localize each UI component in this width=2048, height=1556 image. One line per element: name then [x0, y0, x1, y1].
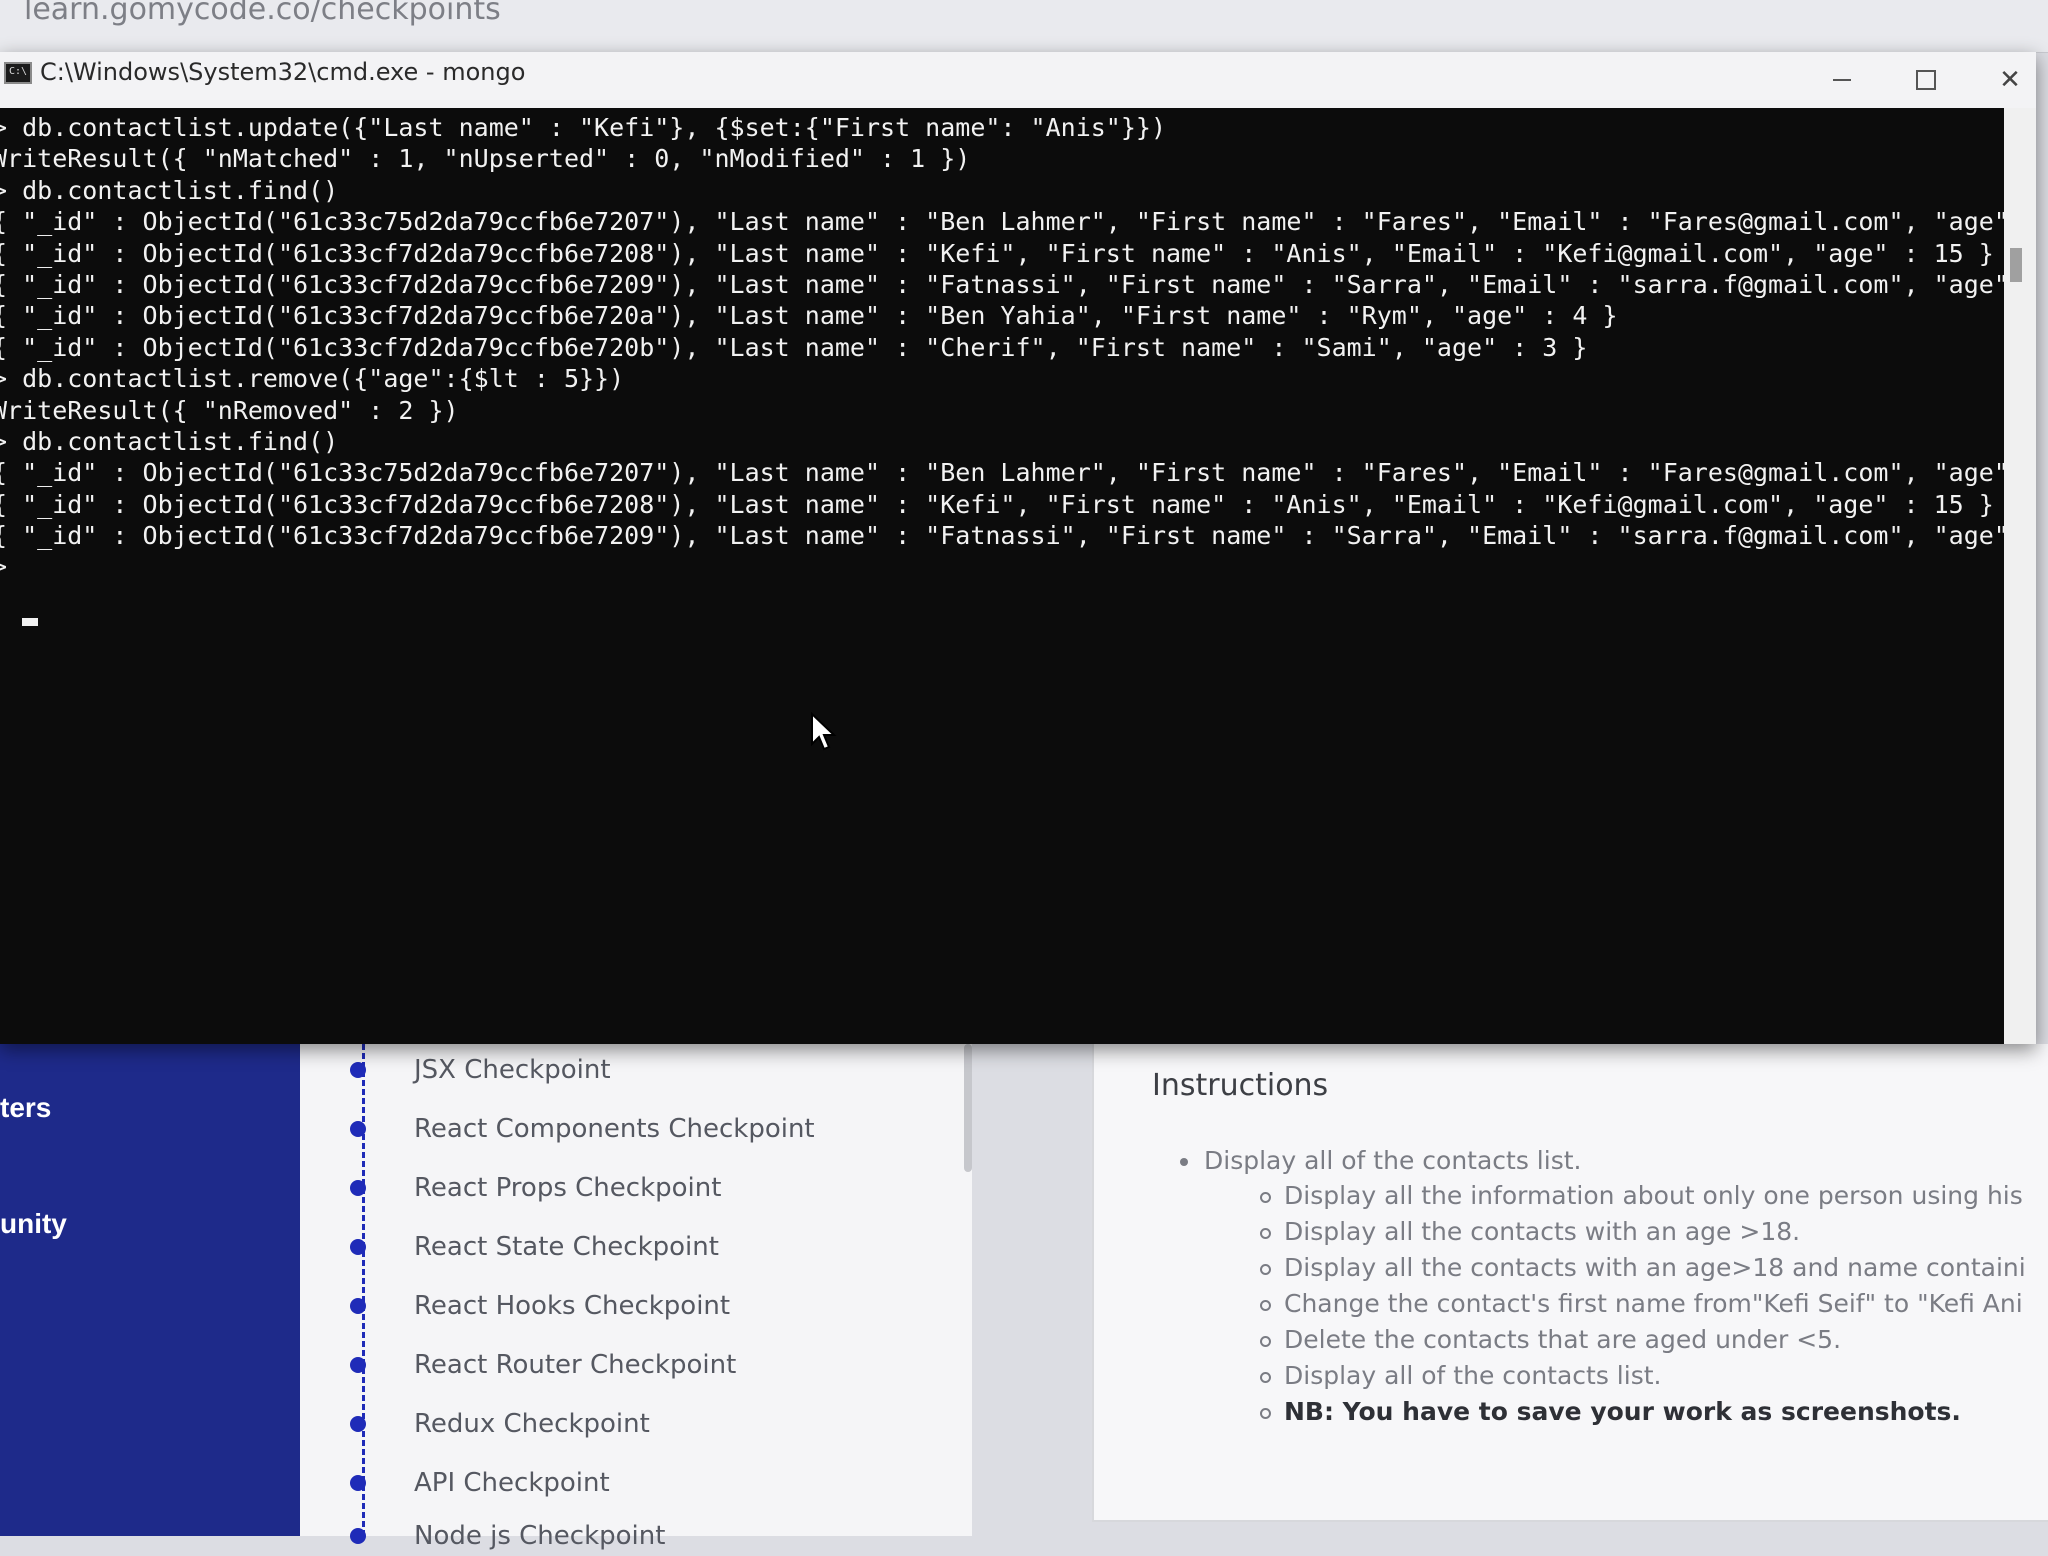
terminal-line: WriteResult({ "nRemoved" : 2 })	[0, 395, 459, 425]
terminal-line: { "_id" : ObjectId("61c33cf7d2da79ccfb6e…	[0, 269, 2004, 299]
checkpoint-label: Redux Checkpoint	[414, 1409, 650, 1439]
instructions-panel: Instructions Display all of the contacts…	[1092, 1044, 2048, 1522]
checkpoint-item-redux[interactable]: Redux Checkpoint	[350, 1404, 650, 1444]
terminal-line: { "_id" : ObjectId("61c33c75d2da79ccfb6e…	[0, 458, 2004, 488]
checkpoint-item-react-props[interactable]: React Props Checkpoint	[350, 1168, 721, 1208]
checkpoint-label: React Props Checkpoint	[414, 1173, 722, 1203]
terminal-prompt: >	[0, 551, 2004, 582]
checkpoint-list: JSX Checkpoint React Components Checkpoi…	[300, 1044, 972, 1551]
checkpoint-label: React Router Checkpoint	[414, 1350, 737, 1380]
instruction-sub-item: Display all the information about only o…	[1260, 1178, 2026, 1214]
terminal-scrollbar[interactable]	[2004, 108, 2036, 1044]
checkpoint-label: API Checkpoint	[414, 1468, 610, 1498]
instruction-sub-item: Change the contact's first name from"Kef…	[1260, 1286, 2026, 1322]
nav-item-community[interactable]: unity	[0, 1208, 67, 1240]
instruction-main-item: Display all of the contacts list.	[1179, 1146, 1582, 1175]
cmd-titlebar[interactable]: C:\ C:\Windows\System32\cmd.exe - mongo …	[0, 52, 2036, 108]
terminal-lines: > db.contactlist.update({"Last name" : "…	[0, 112, 2004, 583]
terminal-line: > db.contactlist.find()	[0, 426, 339, 456]
terminal-line: { "_id" : ObjectId("61c33cf7d2da79ccfb6e…	[0, 332, 1588, 362]
url-text: learn.gomycode.co/checkpoints	[24, 0, 501, 27]
close-button[interactable]: ✕	[1968, 52, 2048, 108]
checkpoint-label: Node js Checkpoint	[414, 1521, 666, 1551]
checkpoint-label: React Components Checkpoint	[414, 1114, 815, 1144]
maximize-button[interactable]	[1884, 52, 1968, 108]
maximize-icon	[1916, 70, 1936, 90]
timeline-dot-icon	[350, 1528, 366, 1544]
mouse-pointer-icon	[811, 712, 837, 751]
checkpoint-item-react-router[interactable]: React Router Checkpoint	[350, 1345, 736, 1385]
minimize-button[interactable]	[1800, 52, 1884, 108]
timeline-dot-icon	[350, 1416, 366, 1432]
timeline-dot-icon	[350, 1298, 366, 1314]
cmd-window-title: C:\Windows\System32\cmd.exe - mongo	[40, 58, 526, 86]
terminal-line: > db.contactlist.update({"Last name" : "…	[0, 113, 1166, 142]
minimize-icon	[1833, 79, 1851, 81]
scrollbar-thumb[interactable]	[2010, 248, 2022, 282]
instruction-sub-item: Delete the contacts that are aged under …	[1260, 1322, 2026, 1358]
terminal-icon: C:\	[4, 62, 32, 84]
checkpoint-item-jsx[interactable]: JSX Checkpoint	[350, 1050, 611, 1090]
close-icon: ✕	[1999, 65, 2021, 95]
checkpoint-item-api[interactable]: API Checkpoint	[350, 1463, 610, 1503]
timeline-dot-icon	[350, 1475, 366, 1491]
instruction-sub-list: Display all the information about only o…	[1260, 1178, 2026, 1430]
browser-address-bar[interactable]: learn.gomycode.co/checkpoints	[0, 0, 2048, 53]
instructions-title: Instructions	[1152, 1068, 1329, 1103]
terminal-line: WriteResult({ "nMatched" : 1, "nUpserted…	[0, 144, 971, 174]
checkpoint-label: React State Checkpoint	[414, 1232, 719, 1262]
instruction-note: NB: You have to save your work as screen…	[1260, 1394, 2026, 1430]
left-navigation: ters unity	[0, 1044, 300, 1536]
terminal-line: { "_id" : ObjectId("61c33cf7d2da79ccfb6e…	[0, 521, 2004, 551]
timeline-dot-icon	[350, 1180, 366, 1196]
timeline-dot-icon	[350, 1121, 366, 1137]
instruction-sub-item: Display all the contacts with an age >18…	[1260, 1214, 2026, 1250]
nav-item-testers[interactable]: ters	[0, 1092, 51, 1124]
terminal-output[interactable]: > db.contactlist.update({"Last name" : "…	[0, 108, 2004, 1044]
checkpoint-item-nodejs[interactable]: Node js Checkpoint	[350, 1516, 665, 1556]
cmd-window[interactable]: C:\ C:\Windows\System32\cmd.exe - mongo …	[0, 52, 2036, 1044]
terminal-line: { "_id" : ObjectId("61c33cf7d2da79ccfb6e…	[0, 301, 1618, 331]
checkpoint-item-react-hooks[interactable]: React Hooks Checkpoint	[350, 1286, 730, 1326]
checkpoint-label: JSX Checkpoint	[414, 1055, 611, 1085]
timeline-dot-icon	[350, 1357, 366, 1373]
terminal-line: { "_id" : ObjectId("61c33c75d2da79ccfb6e…	[0, 207, 2004, 237]
timeline-dot-icon	[350, 1062, 366, 1078]
terminal-line: { "_id" : ObjectId("61c33cf7d2da79ccfb6e…	[0, 238, 1994, 268]
terminal-line: > db.contactlist.find()	[0, 175, 339, 205]
timeline-dot-icon	[350, 1239, 366, 1255]
terminal-line: { "_id" : ObjectId("61c33cf7d2da79ccfb6e…	[0, 489, 1994, 519]
terminal-line: > db.contactlist.remove({"age":{$lt : 5}…	[0, 364, 625, 394]
instruction-sub-item: Display all of the contacts list.	[1260, 1358, 2026, 1394]
checkpoint-label: React Hooks Checkpoint	[414, 1291, 731, 1321]
checkpoint-item-react-state[interactable]: React State Checkpoint	[350, 1227, 719, 1267]
text-cursor	[22, 618, 38, 626]
checkpoint-item-react-components[interactable]: React Components Checkpoint	[350, 1109, 815, 1149]
panel-scrollbar[interactable]	[964, 1044, 972, 1172]
instruction-sub-item: Display all the contacts with an age>18 …	[1260, 1250, 2026, 1286]
